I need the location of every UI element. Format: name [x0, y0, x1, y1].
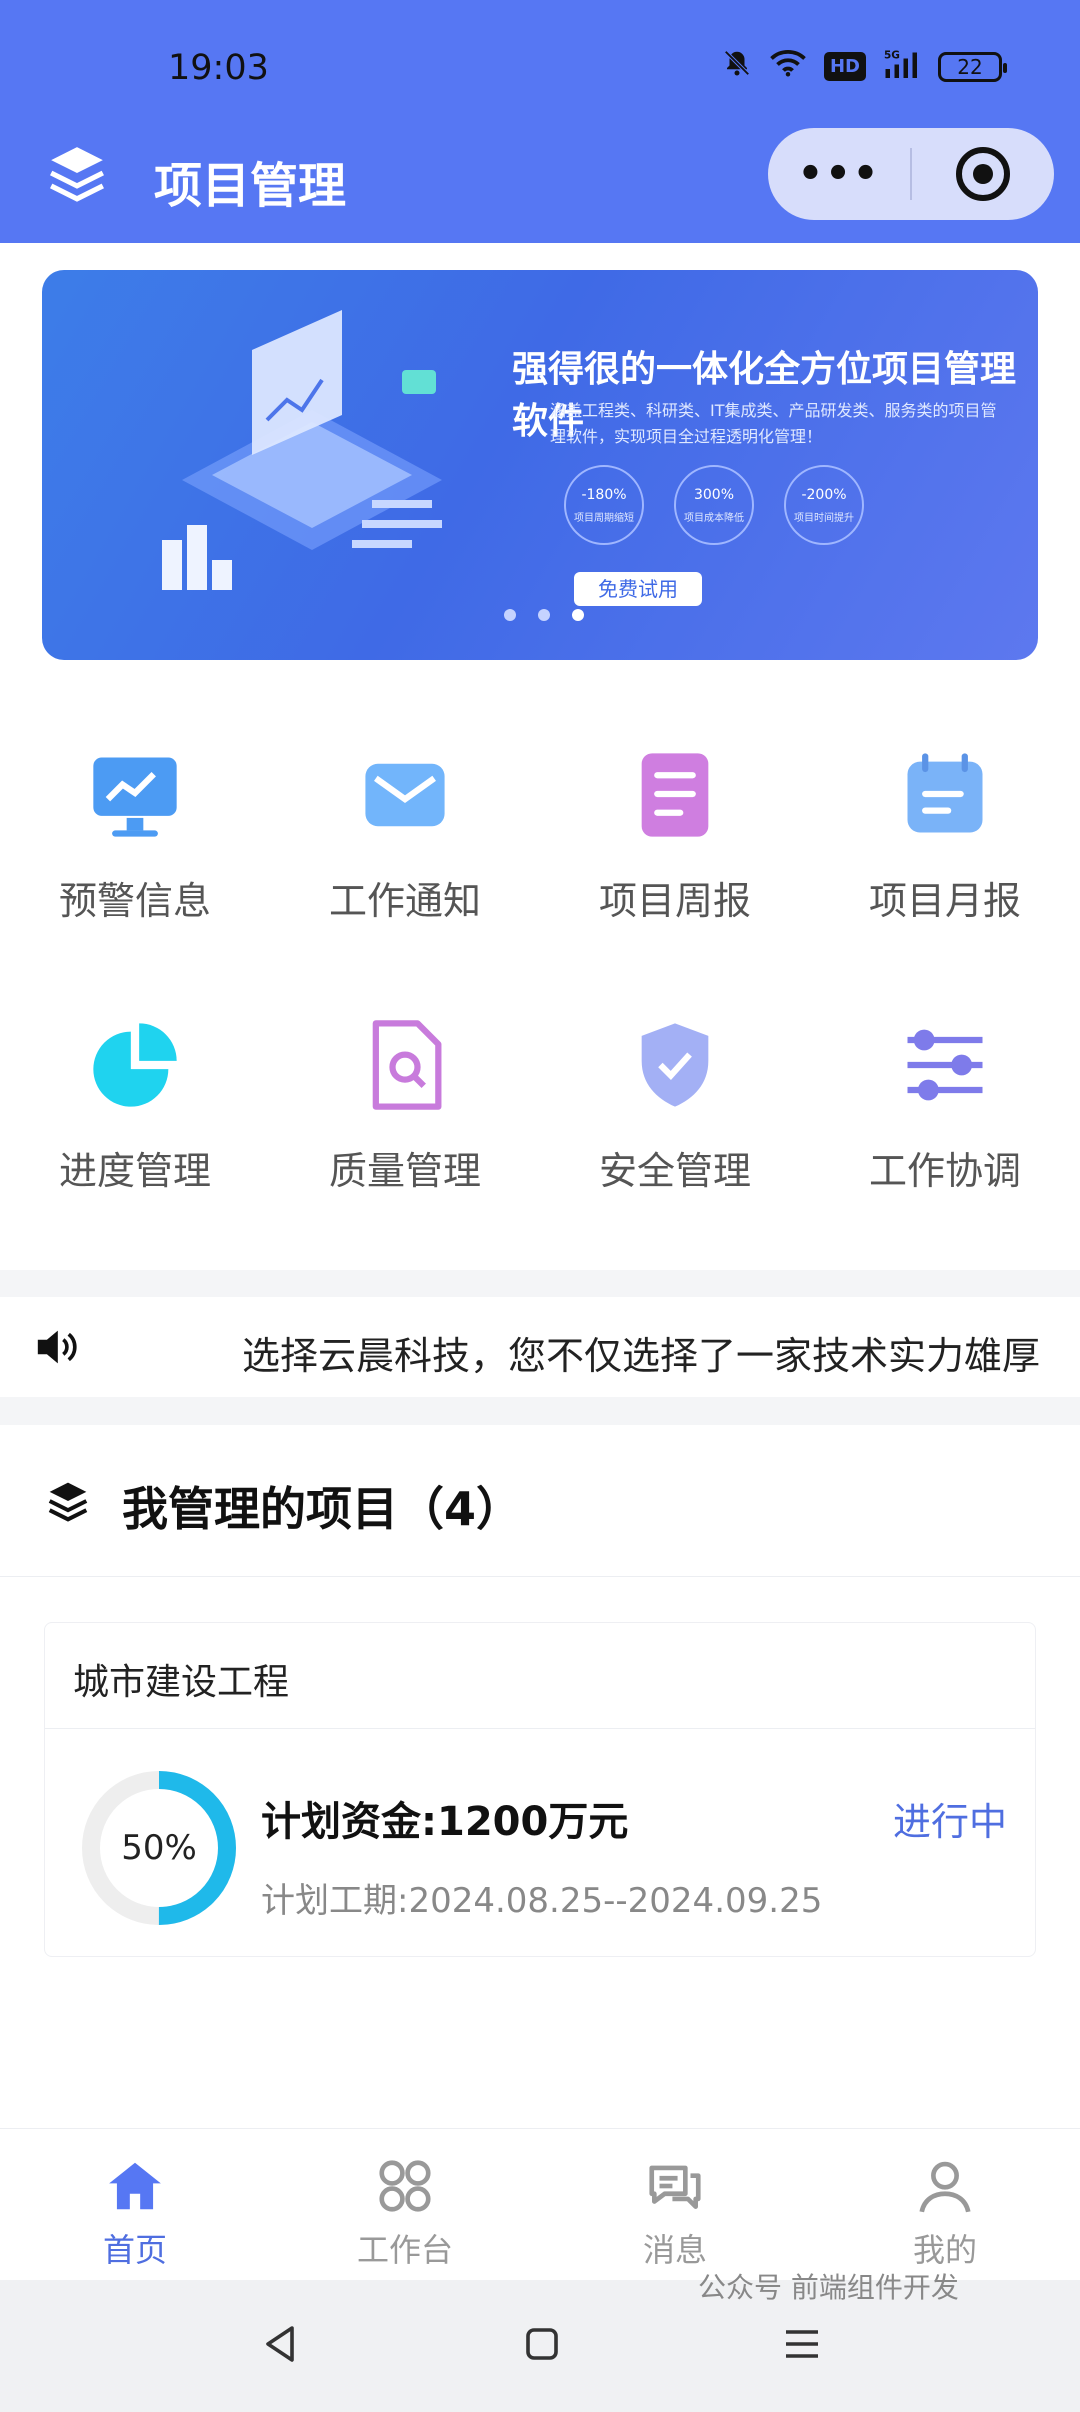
carousel-dot[interactable] [504, 609, 516, 621]
isometric-laptop-illustration [162, 310, 442, 590]
tab-label: 首页 [102, 2231, 167, 2269]
signal-icon: 5G [884, 48, 920, 85]
mail-icon [350, 740, 460, 850]
notice-text: 选择云晨科技，您不仅选择了一家技术实力雄厚 [242, 1334, 1041, 1378]
svg-text:5G: 5G [884, 50, 900, 62]
grid-item-notice[interactable]: 工作通知 [270, 740, 540, 925]
wifi-icon [770, 49, 806, 84]
carousel-dot[interactable] [572, 609, 584, 621]
calendar-note-icon [890, 740, 1000, 850]
mini-program-capsule: ••• [768, 128, 1054, 220]
tab-label: 工作台 [356, 2231, 453, 2269]
planned-period: 计划工期:2024.08.25--2024.09.25 [261, 1881, 823, 1921]
promo-banner[interactable]: 强得很的一体化全方位项目管理软件 涵盖工程类、科研类、IT集成类、产品研发类、服… [42, 270, 1038, 660]
grid-label: 项目月报 [868, 879, 1021, 923]
status-badge: 进行中 [892, 1800, 1007, 1844]
status-time: 19:03 [168, 48, 269, 88]
page-title: 项目管理 [154, 158, 347, 214]
target-icon [956, 147, 1010, 201]
status-icons: HD 5G 22 [722, 48, 1007, 85]
section-title: 我管理的项目（4） [122, 1482, 523, 1536]
grid-icon [374, 2155, 436, 2217]
card-divider [45, 1728, 1035, 1729]
tab-label: 消息 [642, 2231, 707, 2269]
mute-bell-icon [722, 48, 752, 85]
hd-badge: HD [823, 52, 866, 81]
tab-workbench[interactable]: 工作台 [270, 2155, 540, 2271]
grid-label: 项目周报 [598, 879, 751, 923]
app-header: 19:03 HD 5G 22 项目管理 ••• [0, 0, 1080, 243]
sliders-icon [890, 1010, 1000, 1120]
progress-label: 50% [121, 1828, 197, 1868]
grid-item-safety[interactable]: 安全管理 [540, 1010, 810, 1195]
close-button[interactable] [912, 147, 1054, 201]
tab-messages[interactable]: 消息 [540, 2155, 810, 2271]
grid-label: 质量管理 [328, 1149, 481, 1193]
banner-description: 涵盖工程类、科研类、IT集成类、产品研发类、服务类的项目管理软件，实现项目全过程… [550, 401, 997, 446]
home-icon [104, 2155, 166, 2217]
banner-stat: 300% 项目成本降低 [674, 465, 754, 545]
grid-item-coordination[interactable]: 工作协调 [810, 1010, 1080, 1195]
tab-profile[interactable]: 我的 [810, 2155, 1080, 2271]
watermark: 公众号 前端组件开发 [698, 2271, 959, 2304]
free-trial-button[interactable]: 免费试用 [574, 572, 702, 606]
grid-label: 工作通知 [328, 879, 481, 923]
monitor-chart-icon [80, 740, 190, 850]
menu-icon[interactable] [778, 2320, 826, 2368]
tab-label: 我的 [912, 2231, 977, 2269]
carousel-dot[interactable] [538, 609, 550, 621]
grid-label: 工作协调 [868, 1149, 1021, 1193]
grid-item-quality[interactable]: 质量管理 [270, 1010, 540, 1195]
project-card[interactable]: 城市建设工程 50% 计划资金:1200万元 计划工期:2024.08.25--… [44, 1622, 1036, 1957]
more-button[interactable]: ••• [768, 128, 910, 220]
planned-fund: 计划资金:1200万元 [261, 1799, 629, 1845]
speaker-icon [34, 1327, 78, 1367]
shield-check-icon [620, 1010, 730, 1120]
chat-icon [644, 2155, 706, 2217]
layers-icon [46, 1479, 90, 1523]
grid-label: 安全管理 [598, 1149, 751, 1193]
my-projects-section: 我管理的项目（4） 城市建设工程 50% 计划资金:1200万元 计划工期:20… [0, 1425, 1080, 2130]
home-square-icon[interactable] [518, 2320, 566, 2368]
bottom-tab-bar: 首页 工作台 消息 我的 [0, 2128, 1080, 2280]
grid-item-progress[interactable]: 进度管理 [0, 1010, 270, 1195]
carousel-dots [504, 609, 584, 621]
banner-stat: -200% 项目时间提升 [784, 465, 864, 545]
grid-item-monthly[interactable]: 项目月报 [810, 740, 1080, 925]
pie-chart-icon [80, 1010, 190, 1120]
notice-bar[interactable]: 选择云晨科技，您不仅选择了一家技术实力雄厚 [0, 1297, 1080, 1397]
layers-icon [46, 142, 108, 204]
section-header: 我管理的项目（4） [0, 1425, 1080, 1577]
file-search-icon [350, 1010, 460, 1120]
grid-label: 预警信息 [58, 879, 211, 923]
user-icon [914, 2155, 976, 2217]
grid-item-warning[interactable]: 预警信息 [0, 740, 270, 925]
grid-label: 进度管理 [58, 1149, 211, 1193]
tab-home[interactable]: 首页 [0, 2155, 270, 2271]
project-name: 城市建设工程 [73, 1662, 290, 1703]
back-icon[interactable] [258, 2320, 306, 2368]
grid-item-weekly[interactable]: 项目周报 [540, 740, 810, 925]
document-list-icon [620, 740, 730, 850]
battery-indicator: 22 [938, 51, 1007, 82]
banner-stat: -180% 项目周期缩短 [564, 465, 644, 545]
